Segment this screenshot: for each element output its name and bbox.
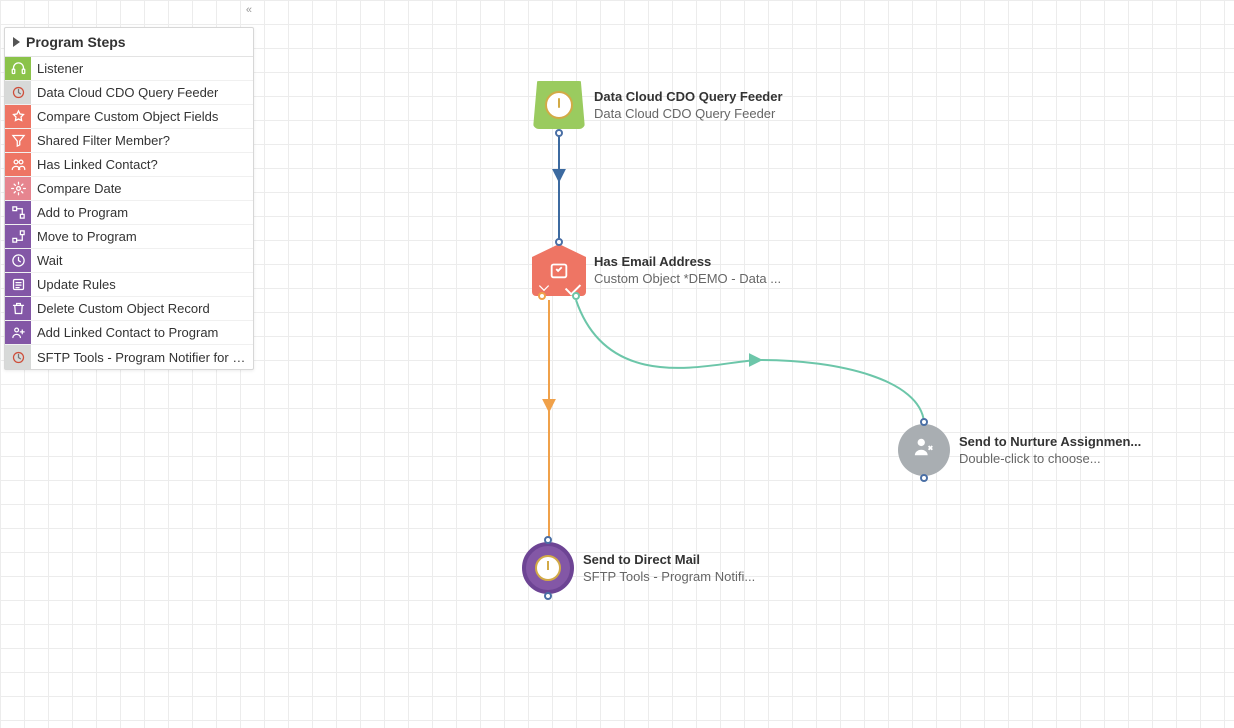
flow-icon: [5, 201, 31, 225]
palette-header[interactable]: Program Steps: [5, 28, 253, 57]
palette-item[interactable]: Has Linked Contact?: [5, 153, 253, 177]
port-in[interactable]: [920, 418, 928, 426]
palette-item[interactable]: Data Cloud CDO Query Feeder: [5, 81, 253, 105]
palette-item-label: Wait: [31, 253, 63, 268]
collapse-handle-icon[interactable]: «: [246, 4, 249, 16]
palette-item-label: Has Linked Contact?: [31, 157, 158, 172]
palette-item-label: Add to Program: [31, 205, 128, 220]
palette-item-label: Add Linked Contact to Program: [31, 325, 218, 340]
palette-item[interactable]: Wait: [5, 249, 253, 273]
flow2-icon: [5, 225, 31, 249]
palette-item-label: Move to Program: [31, 229, 137, 244]
node-decision[interactable]: Has Email Address Custom Object *DEMO - …: [532, 243, 781, 297]
palette-item[interactable]: Compare Date: [5, 177, 253, 201]
badge-icon: [5, 81, 31, 105]
palette-item[interactable]: Shared Filter Member?: [5, 129, 253, 153]
palette-item[interactable]: Add Linked Contact to Program: [5, 321, 253, 345]
port-in[interactable]: [555, 238, 563, 246]
node-direct-mail[interactable]: Send to Direct Mail SFTP Tools - Program…: [521, 541, 755, 595]
steps-palette: « Program Steps ListenerData Cloud CDO Q…: [4, 27, 254, 370]
node-subtitle: Data Cloud CDO Query Feeder: [594, 106, 783, 121]
feeder-icon: [533, 81, 585, 129]
node-title: Send to Direct Mail: [583, 552, 755, 567]
palette-item[interactable]: Compare Custom Object Fields: [5, 105, 253, 129]
palette-item-label: Compare Custom Object Fields: [31, 109, 218, 124]
badge-icon: [5, 345, 31, 369]
palette-item-label: SFTP Tools - Program Notifier for Cust…: [31, 350, 253, 365]
palette-item-label: Shared Filter Member?: [31, 133, 170, 148]
star-icon: [5, 105, 31, 129]
palette-item-label: Data Cloud CDO Query Feeder: [31, 85, 218, 100]
port-out[interactable]: [920, 474, 928, 482]
person-add-icon: [5, 321, 31, 345]
caret-right-icon: [13, 37, 20, 47]
people-icon: [5, 153, 31, 177]
node-subtitle: SFTP Tools - Program Notifi...: [583, 569, 755, 584]
gear-icon: [5, 177, 31, 201]
port-out[interactable]: [555, 129, 563, 137]
headset-icon: [5, 57, 31, 81]
clock-icon: [5, 249, 31, 273]
port-out[interactable]: [544, 592, 552, 600]
node-subtitle: Double-click to choose...: [959, 451, 1141, 466]
edge-decision-to-nurture: [576, 300, 760, 368]
palette-item[interactable]: Add to Program: [5, 201, 253, 225]
node-subtitle: Custom Object *DEMO - Data ...: [594, 271, 781, 286]
palette-item-label: Compare Date: [31, 181, 122, 196]
port-no[interactable]: [538, 292, 546, 300]
palette-item-label: Listener: [31, 61, 83, 76]
unconfigured-icon: [898, 424, 950, 476]
node-title: Send to Nurture Assignmen...: [959, 434, 1141, 449]
node-feeder[interactable]: Data Cloud CDO Query Feeder Data Cloud C…: [532, 78, 783, 132]
palette-item[interactable]: Move to Program: [5, 225, 253, 249]
palette-item-label: Update Rules: [31, 277, 116, 292]
palette-item-label: Delete Custom Object Record: [31, 301, 210, 316]
port-yes[interactable]: [572, 292, 580, 300]
palette-item[interactable]: Delete Custom Object Record: [5, 297, 253, 321]
node-title: Has Email Address: [594, 254, 781, 269]
palette-item[interactable]: Update Rules: [5, 273, 253, 297]
funnel-icon: [5, 129, 31, 153]
node-nurture[interactable]: Send to Nurture Assignmen... Double-clic…: [897, 423, 1141, 477]
palette-item[interactable]: SFTP Tools - Program Notifier for Cust…: [5, 345, 253, 369]
palette-item[interactable]: Listener: [5, 57, 253, 81]
list-icon: [5, 273, 31, 297]
action-icon: [522, 542, 574, 594]
port-in[interactable]: [544, 536, 552, 544]
palette-title: Program Steps: [26, 34, 126, 50]
trash-icon: [5, 297, 31, 321]
decision-icon: [532, 244, 586, 296]
node-title: Data Cloud CDO Query Feeder: [594, 89, 783, 104]
